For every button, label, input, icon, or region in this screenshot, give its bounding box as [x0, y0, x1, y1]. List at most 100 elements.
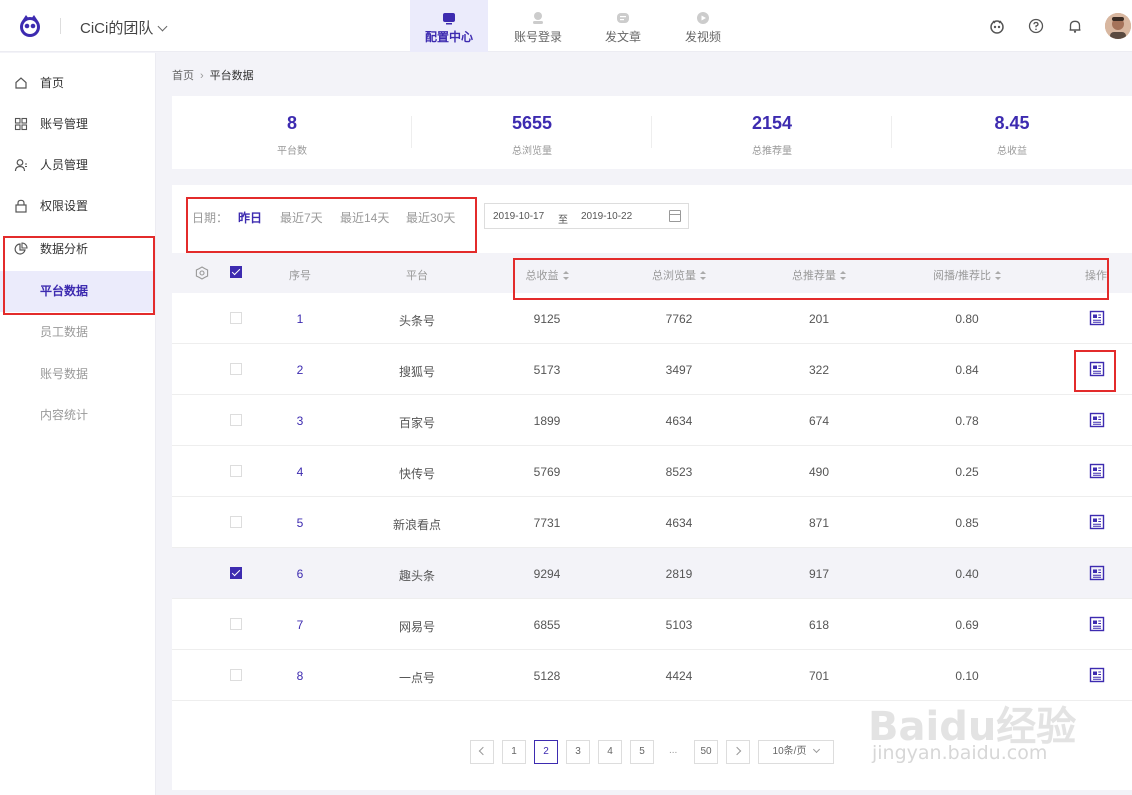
sidebar-item-data-analysis[interactable]: 数据分析 — [0, 229, 156, 270]
breadcrumb-home[interactable]: 首页 — [172, 70, 194, 82]
date-range-separator: 至 — [558, 215, 568, 226]
view-details-icon[interactable] — [1089, 361, 1105, 377]
sidebar-item-home[interactable]: 首页 — [0, 63, 156, 104]
end-date[interactable]: 2019-10-22 — [581, 211, 632, 222]
column-header-actions: 操作 — [1085, 270, 1107, 282]
column-header-views[interactable]: 总浏览量 — [644, 267, 714, 283]
column-header-ratio[interactable]: 阅播/推荐比 — [924, 267, 1010, 283]
tab-post-video[interactable]: 发视频 — [664, 0, 742, 52]
sidebar-item-platform-data[interactable]: 平台数据 — [0, 271, 156, 312]
date-option-30days[interactable]: 最近30天 — [406, 209, 455, 226]
sidebar-item-content-stats[interactable]: 内容统计 — [0, 395, 156, 436]
row-checkbox[interactable] — [230, 465, 242, 477]
article-icon — [617, 13, 629, 23]
page-button[interactable]: 3 — [566, 740, 590, 764]
view-details-icon[interactable] — [1089, 514, 1105, 530]
table-row[interactable]: 2 搜狐号 5173 3497 322 0.84 — [172, 344, 1132, 395]
view-details-icon[interactable] — [1089, 310, 1105, 326]
tab-config-center[interactable]: 配置中心 — [410, 0, 488, 52]
stat-value: 8 — [286, 113, 297, 133]
table-row[interactable]: 6 趣头条 9294 2819 917 0.40 — [172, 548, 1132, 599]
sidebar-item-label: 账号管理 — [40, 117, 89, 131]
tab-label: 配置中心 — [424, 30, 473, 44]
sort-icon[interactable] — [700, 271, 706, 280]
view-details-icon[interactable] — [1089, 565, 1105, 581]
cell-views: 5103 — [665, 618, 693, 632]
row-checkbox[interactable] — [230, 363, 242, 375]
next-page-button[interactable] — [726, 740, 750, 764]
column-header-income[interactable]: 总收益 — [512, 267, 582, 283]
sidebar-item-label: 首页 — [40, 76, 65, 90]
row-checkbox[interactable] — [230, 312, 242, 324]
sidebar-item-accounts[interactable]: 账号管理 — [0, 104, 156, 145]
page-button-current[interactable]: 2 — [534, 740, 558, 764]
settings-icon[interactable] — [195, 266, 209, 280]
sidebar: 首页 账号管理 人员管理 权限设置 数据分析 平台数据 员工数据 账号数据 内容… — [0, 53, 156, 795]
sort-icon[interactable] — [562, 271, 569, 280]
column-header-recs[interactable]: 总推荐量 — [784, 267, 854, 283]
cell-platform: 头条号 — [398, 314, 435, 328]
stat-label: 总浏览量 — [512, 146, 552, 157]
cell-seq: 2 — [296, 363, 304, 377]
row-checkbox[interactable] — [230, 516, 242, 528]
table-header: 序号 平台 总收益 总浏览量 总推荐量 阅播/推荐比 操作 — [172, 253, 1132, 293]
cell-ratio: 0.85 — [955, 516, 979, 530]
sidebar-item-label: 平台数据 — [40, 284, 89, 298]
page-button[interactable]: 5 — [630, 740, 654, 764]
table-row[interactable]: 1 头条号 9125 7762 201 0.80 — [172, 293, 1132, 344]
sidebar-item-staff-data[interactable]: 员工数据 — [0, 312, 156, 353]
sidebar-item-label: 员工数据 — [40, 325, 89, 339]
view-details-icon[interactable] — [1089, 667, 1105, 683]
page-button[interactable]: 1 — [502, 740, 526, 764]
stat-value: 5655 — [511, 113, 553, 133]
row-checkbox[interactable] — [230, 567, 242, 579]
date-option-14days[interactable]: 最近14天 — [340, 209, 389, 226]
sidebar-item-staff[interactable]: 人员管理 — [0, 145, 156, 186]
calendar-icon[interactable] — [669, 210, 681, 222]
divider — [60, 18, 61, 34]
date-option-7days[interactable]: 最近7天 — [280, 209, 323, 226]
help-icon[interactable] — [1027, 17, 1045, 35]
table-row[interactable]: 5 新浪看点 7731 4634 871 0.85 — [172, 497, 1132, 548]
page-size-select[interactable]: 10条/页 — [758, 740, 834, 764]
date-option-yesterday[interactable]: 昨日 — [238, 209, 262, 226]
cell-views: 2819 — [665, 567, 693, 581]
pagination-ellipsis: ... — [669, 745, 678, 756]
page-button[interactable]: 50 — [694, 740, 718, 764]
cell-income: 7731 — [533, 516, 561, 530]
view-details-icon[interactable] — [1089, 463, 1105, 479]
column-header-platform: 平台 — [406, 270, 428, 282]
select-all-checkbox[interactable] — [230, 266, 242, 278]
start-date[interactable]: 2019-10-17 — [493, 211, 544, 222]
chevron-right-icon — [732, 746, 742, 756]
table-row[interactable]: 7 网易号 6855 5103 618 0.69 — [172, 599, 1132, 650]
bell-icon[interactable] — [1066, 17, 1084, 35]
cell-ratio: 0.84 — [955, 363, 979, 377]
page-button[interactable]: 4 — [598, 740, 622, 764]
tab-post-article[interactable]: 发文章 — [584, 0, 662, 52]
sidebar-item-label: 人员管理 — [40, 158, 89, 172]
logo-icon[interactable] — [16, 12, 44, 40]
robot-icon[interactable] — [988, 17, 1006, 35]
cell-views: 4634 — [665, 414, 693, 428]
table-row[interactable]: 3 百家号 1899 4634 674 0.78 — [172, 395, 1132, 446]
date-range-picker[interactable]: 2019-10-17 至 2019-10-22 — [484, 203, 689, 229]
avatar[interactable] — [1105, 13, 1131, 39]
sidebar-item-account-data[interactable]: 账号数据 — [0, 354, 156, 395]
cell-ratio: 0.80 — [955, 312, 979, 326]
view-details-icon[interactable] — [1089, 616, 1105, 632]
tab-account-login[interactable]: 账号登录 — [499, 0, 577, 52]
team-name: CiCi的团队 — [80, 20, 154, 37]
breadcrumb: 首页 › 平台数据 — [172, 67, 254, 83]
view-details-icon[interactable] — [1089, 412, 1105, 428]
table-row[interactable]: 4 快传号 5769 8523 490 0.25 — [172, 446, 1132, 497]
sort-icon[interactable] — [840, 271, 846, 280]
prev-page-button[interactable] — [470, 740, 494, 764]
row-checkbox[interactable] — [230, 618, 242, 630]
sidebar-item-permissions[interactable]: 权限设置 — [0, 186, 156, 227]
row-checkbox[interactable] — [230, 414, 242, 426]
cell-views: 4424 — [665, 669, 693, 683]
sort-icon[interactable] — [995, 271, 1002, 280]
team-switcher[interactable]: CiCi的团队 — [80, 17, 168, 38]
row-checkbox[interactable] — [230, 669, 242, 681]
